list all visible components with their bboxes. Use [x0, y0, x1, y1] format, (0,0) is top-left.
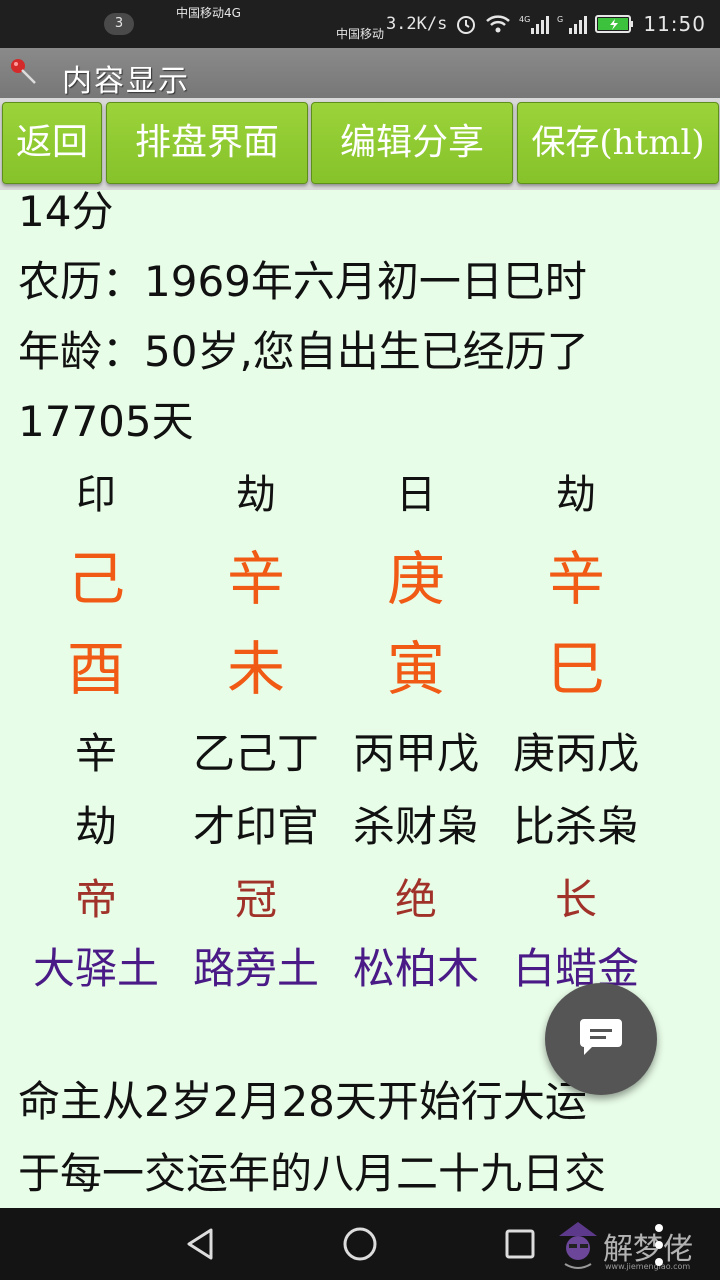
birth-minute-text: 14分: [18, 190, 114, 236]
pillar-year-hidden-gods: 劫: [74, 802, 117, 851]
back-triangle-icon[interactable]: [183, 1226, 219, 1262]
edit-share-button[interactable]: 编辑分享: [311, 102, 513, 184]
alarm-icon: [455, 13, 477, 35]
watermark-logo: 解梦佬 www.jiemenglao.com: [555, 1218, 715, 1274]
toolbar: 返回 排盘界面 编辑分享 保存(html): [0, 98, 720, 190]
pillar-month-nayin: 路旁土: [192, 944, 319, 993]
carrier-label-primary: 中国移动4G: [176, 6, 241, 20]
age-text: 年龄：50岁,您自出生已经历了: [18, 327, 589, 376]
status-right-group: 3.2K/s 4G G 11:50: [386, 0, 706, 48]
more-options-icon[interactable]: [652, 1220, 666, 1270]
title-bar: 内容显示: [0, 48, 720, 99]
pillar-month-branch: 未: [226, 635, 285, 703]
pillar-hour-god: 劫: [556, 472, 596, 518]
pin-icon: [8, 56, 38, 86]
battery-charging-icon: [595, 13, 635, 35]
pillar-hour-nayin: 白蜡金: [512, 944, 639, 993]
watermark-url: www.jiemenglao.com: [605, 1262, 691, 1271]
svg-text:4G: 4G: [519, 15, 530, 24]
pillar-year-hidden-stems: 辛: [74, 729, 117, 778]
chart-view-button[interactable]: 排盘界面: [106, 102, 308, 184]
pillar-day-god: 日: [396, 472, 436, 518]
net-speed: 3.2K/s: [385, 14, 448, 34]
signal-4g-icon: 4G: [519, 13, 550, 35]
back-button[interactable]: 返回: [2, 102, 102, 184]
carrier-label-secondary: 中国移动: [336, 27, 385, 41]
status-bar: 中国移动4G 中国移动 3 3.2K/s 4G G 11:50: [0, 0, 720, 48]
pillar-month-hidden-gods: 才印官: [192, 802, 319, 851]
home-circle-icon[interactable]: [342, 1226, 378, 1262]
pillar-month-hidden-stems: 乙己丁: [192, 729, 319, 778]
save-html-button[interactable]: 保存(html): [517, 102, 719, 184]
pillar-month-stem: 辛: [226, 545, 285, 613]
pillar-day-hidden-gods: 杀财枭: [352, 802, 479, 851]
pillar-year-god: 印: [76, 472, 116, 518]
dayun-transition-text: 于每一交运年的八月二十九日交: [18, 1149, 607, 1198]
dayun-start-text: 命主从2岁2月28天开始行大运: [18, 1077, 587, 1126]
wifi-icon: [485, 13, 511, 35]
pillar-year-stage: 帝: [74, 875, 117, 924]
pillar-hour-stem: 辛: [546, 545, 605, 613]
pillar-month-god: 劫: [236, 472, 276, 518]
chat-fab-button[interactable]: [545, 983, 657, 1095]
pillar-day-stem: 庚: [386, 545, 445, 613]
page-title: 内容显示: [62, 64, 190, 99]
pillar-day-nayin: 松柏木: [352, 944, 479, 993]
svg-text:G: G: [557, 15, 563, 24]
notification-count-badge: 3: [104, 13, 134, 35]
clock: 11:50: [643, 12, 706, 36]
pillar-month-stage: 冠: [234, 875, 277, 924]
pillar-year-nayin: 大驿土: [32, 944, 159, 993]
pillar-hour-branch: 巳: [546, 635, 605, 703]
pillar-day-branch: 寅: [386, 635, 445, 703]
recents-square-icon[interactable]: [502, 1226, 538, 1262]
chat-bubble-icon: [578, 1017, 624, 1061]
pillar-year-branch: 酉: [66, 635, 125, 703]
pillar-hour-hidden-gods: 比杀枭: [512, 802, 639, 851]
lunar-date-text: 农历：1969年六月初一日巳时: [18, 257, 587, 306]
navigation-bar: 解梦佬 www.jiemenglao.com: [0, 1208, 720, 1280]
signal-g-icon: G: [557, 13, 588, 35]
pillar-hour-stage: 长: [554, 875, 597, 924]
pillar-day-stage: 绝: [394, 875, 437, 924]
pillar-year-stem: 己: [66, 545, 125, 613]
days-lived-text: 17705天: [18, 397, 194, 446]
pillar-hour-hidden-stems: 庚丙戊: [512, 729, 639, 778]
pillar-day-hidden-stems: 丙甲戊: [352, 729, 479, 778]
